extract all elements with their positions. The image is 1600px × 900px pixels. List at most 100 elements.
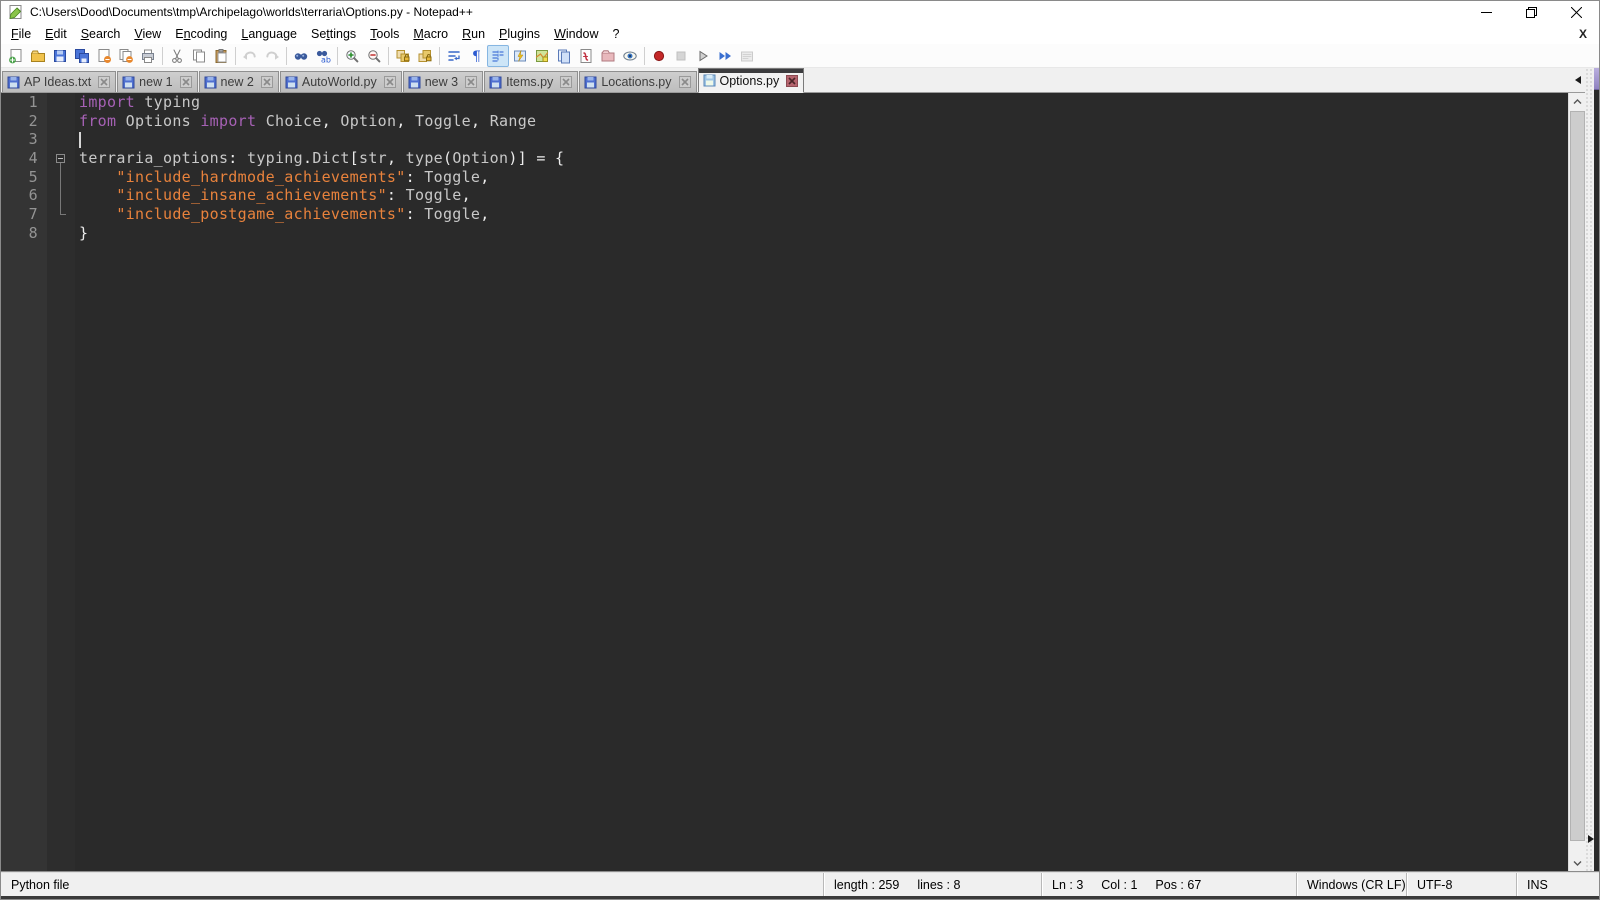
close-button[interactable] bbox=[1554, 1, 1599, 23]
show-indent-guide-icon[interactable] bbox=[487, 44, 509, 67]
folder-as-workspace-icon[interactable] bbox=[597, 45, 619, 67]
restore-button[interactable] bbox=[1509, 1, 1554, 23]
code-line: } bbox=[79, 223, 89, 242]
tab-close-icon[interactable] bbox=[383, 76, 396, 88]
code-line: "include_hardmode_achievements": Toggle, bbox=[116, 167, 490, 186]
tab-options-py[interactable]: Options.py bbox=[697, 68, 805, 93]
undo-icon bbox=[239, 45, 261, 67]
tab-autoworld-py[interactable]: AutoWorld.py bbox=[279, 71, 402, 92]
function-list-icon[interactable] bbox=[575, 45, 597, 67]
menu-search[interactable]: Search bbox=[74, 25, 128, 43]
cut-icon[interactable] bbox=[166, 45, 188, 67]
macro-record-icon[interactable] bbox=[648, 45, 670, 67]
sync-horizontal-scroll-icon[interactable] bbox=[414, 45, 436, 67]
tab-label: new 3 bbox=[424, 75, 459, 89]
vertical-scrollbar[interactable] bbox=[1568, 93, 1585, 871]
copy-icon[interactable] bbox=[188, 45, 210, 67]
new-file-icon[interactable] bbox=[5, 45, 27, 67]
menu-view[interactable]: View bbox=[127, 25, 168, 43]
text-caret bbox=[79, 131, 81, 148]
macro-run-multiple-icon[interactable] bbox=[714, 45, 736, 67]
zoom-out-icon[interactable] bbox=[363, 45, 385, 67]
sync-vertical-scroll-icon[interactable] bbox=[392, 45, 414, 67]
save-icon[interactable] bbox=[49, 45, 71, 67]
status-encoding[interactable]: UTF-8 bbox=[1417, 878, 1452, 892]
tab-ap-ideas-txt[interactable]: AP Ideas.txt bbox=[2, 71, 117, 92]
tab-items-py[interactable]: Items.py bbox=[484, 71, 579, 92]
tab-new-2[interactable]: new 2 bbox=[198, 71, 279, 92]
saved-file-icon bbox=[584, 76, 597, 89]
window-title: C:\Users\Dood\Documents\tmp\Archipelago\… bbox=[30, 5, 473, 19]
status-lines: lines : 8 bbox=[917, 877, 961, 892]
scrollbar-thumb[interactable] bbox=[1570, 111, 1585, 841]
menu-run[interactable]: Run bbox=[455, 25, 492, 43]
menu-edit[interactable]: Edit bbox=[38, 25, 74, 43]
minimize-button[interactable] bbox=[1464, 1, 1509, 23]
tab-close-icon[interactable] bbox=[465, 76, 478, 88]
menu-plugins[interactable]: Plugins bbox=[492, 25, 547, 43]
print-icon[interactable] bbox=[137, 45, 159, 67]
tab-new-1[interactable]: new 1 bbox=[117, 71, 198, 92]
status-insert-mode[interactable]: INS bbox=[1527, 878, 1548, 892]
tab-close-icon[interactable] bbox=[98, 76, 111, 88]
code-editor[interactable]: 12345678 import typing from Options impor… bbox=[1, 93, 1568, 871]
menu-macro[interactable]: Macro bbox=[406, 25, 455, 43]
tab-scroll-left-icon[interactable] bbox=[1575, 76, 1581, 84]
second-view-sliver bbox=[1594, 68, 1599, 871]
tab-close-icon[interactable] bbox=[260, 76, 273, 88]
toolbar-separator bbox=[235, 46, 236, 65]
line-number: 3 bbox=[28, 130, 38, 149]
scroll-up-icon[interactable] bbox=[1569, 93, 1586, 110]
toolbar-separator bbox=[644, 46, 645, 65]
line-number: 5 bbox=[28, 167, 38, 186]
menu-settings[interactable]: Settings bbox=[304, 25, 363, 43]
menu-help[interactable]: ? bbox=[606, 25, 627, 43]
macro-stop-icon bbox=[670, 45, 692, 67]
tab-close-icon[interactable] bbox=[678, 76, 691, 88]
tab-close-icon[interactable] bbox=[560, 76, 573, 88]
save-all-icon[interactable] bbox=[71, 45, 93, 67]
word-wrap-icon[interactable] bbox=[443, 45, 465, 67]
tab-scroll-right-icon[interactable] bbox=[1588, 835, 1594, 843]
macro-play-icon[interactable] bbox=[692, 45, 714, 67]
line-number: 8 bbox=[28, 223, 38, 242]
tab-close-icon[interactable] bbox=[786, 74, 799, 87]
paste-icon[interactable] bbox=[210, 45, 232, 67]
find-icon[interactable] bbox=[290, 45, 312, 67]
toolbar-separator bbox=[439, 46, 440, 65]
fold-margin[interactable] bbox=[47, 93, 75, 871]
saved-file-icon bbox=[285, 76, 298, 89]
status-eol-format[interactable]: Windows (CR LF) bbox=[1307, 878, 1406, 892]
svg-text:¶: ¶ bbox=[472, 49, 481, 64]
code-area[interactable]: import typing from Options import Choice,… bbox=[75, 93, 1568, 871]
menu-window[interactable]: Window bbox=[547, 25, 605, 43]
document-map-icon[interactable] bbox=[531, 45, 553, 67]
document-close-icon[interactable]: X bbox=[1577, 27, 1599, 41]
tab-locations-py[interactable]: Locations.py bbox=[579, 71, 697, 92]
scroll-down-icon[interactable] bbox=[1569, 854, 1586, 871]
function-completion-icon[interactable] bbox=[509, 45, 531, 67]
fold-collapse-icon[interactable] bbox=[56, 153, 65, 163]
menu-file[interactable]: File bbox=[4, 25, 38, 43]
title-bar: C:\Users\Dood\Documents\tmp\Archipelago\… bbox=[1, 1, 1599, 23]
zoom-in-icon[interactable] bbox=[341, 45, 363, 67]
saved-file-icon bbox=[7, 76, 20, 89]
document-list-icon[interactable] bbox=[553, 45, 575, 67]
tab-label: Locations.py bbox=[601, 75, 672, 89]
monitoring-icon[interactable] bbox=[619, 45, 641, 67]
tab-new-3[interactable]: new 3 bbox=[402, 71, 484, 92]
menu-language[interactable]: Language bbox=[234, 25, 304, 43]
close-icon[interactable] bbox=[93, 45, 115, 67]
show-all-characters-icon[interactable]: ¶ bbox=[465, 45, 487, 67]
window-bottom-edge bbox=[1, 896, 1599, 899]
menu-encoding[interactable]: Encoding bbox=[168, 25, 234, 43]
status-column: Col : 1 bbox=[1101, 877, 1138, 892]
close-all-icon[interactable] bbox=[115, 45, 137, 67]
saved-file-icon bbox=[122, 76, 135, 89]
menu-tools[interactable]: Tools bbox=[363, 25, 406, 43]
replace-icon[interactable]: ab bbox=[312, 45, 334, 67]
open-file-icon[interactable] bbox=[27, 45, 49, 67]
code-line: "include_postgame_achievements": Toggle, bbox=[116, 205, 490, 224]
tab-close-icon[interactable] bbox=[179, 76, 192, 88]
view-splitter[interactable] bbox=[1585, 68, 1594, 871]
